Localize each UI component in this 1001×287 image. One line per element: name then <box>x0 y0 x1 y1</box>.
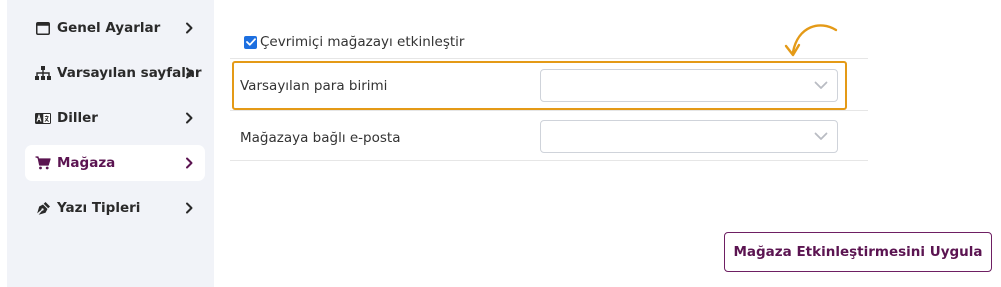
cart-icon <box>35 155 51 171</box>
store-email-row: Mağazaya bağlı e-posta <box>230 114 868 162</box>
sidebar-item-label: Mağaza <box>57 155 116 171</box>
sidebar-item-fonts[interactable]: Yazı Tipleri <box>25 190 205 226</box>
store-email-select[interactable] <box>540 120 838 153</box>
chevron-right-icon <box>186 202 193 214</box>
chevron-right-icon <box>186 112 193 124</box>
enable-store-checkbox[interactable] <box>244 35 257 49</box>
sidebar-item-general-settings[interactable]: Genel Ayarlar <box>25 10 205 46</box>
sidebar-item-store[interactable]: Mağaza <box>25 145 205 181</box>
sidebar-item-languages[interactable]: Diller <box>25 100 205 136</box>
sidebar-item-label: Varsayılan sayfalar <box>57 65 202 81</box>
chevron-down-icon <box>814 132 828 140</box>
chevron-down-icon <box>814 81 828 89</box>
default-currency-select[interactable] <box>540 69 838 102</box>
language-icon <box>35 110 51 126</box>
divider <box>230 58 868 59</box>
sidebar-item-label: Diller <box>57 110 98 126</box>
apply-store-activation-button[interactable]: Mağaza Etkinleştirmesini Uygula <box>724 232 992 272</box>
divider <box>230 160 868 161</box>
enable-store-row: Çevrimiçi mağazayı etkinleştir <box>244 34 464 50</box>
pen-nib-icon <box>35 200 51 216</box>
sidebar: Genel Ayarlar Varsayılan sayfalar Diller… <box>7 0 214 287</box>
divider <box>230 110 868 111</box>
window-icon <box>35 20 51 36</box>
sidebar-item-label: Genel Ayarlar <box>57 20 161 36</box>
chevron-right-icon <box>186 67 193 79</box>
checkmark-icon <box>245 38 256 46</box>
enable-store-label: Çevrimiçi mağazayı etkinleştir <box>260 34 465 50</box>
chevron-right-icon <box>186 157 193 169</box>
default-currency-row: Varsayılan para birimi <box>230 62 868 110</box>
default-currency-label: Varsayılan para birimi <box>240 78 388 94</box>
sitemap-icon <box>35 65 51 81</box>
chevron-right-icon <box>186 22 193 34</box>
sidebar-item-default-pages[interactable]: Varsayılan sayfalar <box>25 55 205 91</box>
sidebar-item-label: Yazı Tipleri <box>57 200 141 216</box>
store-email-label: Mağazaya bağlı e-posta <box>240 130 401 146</box>
